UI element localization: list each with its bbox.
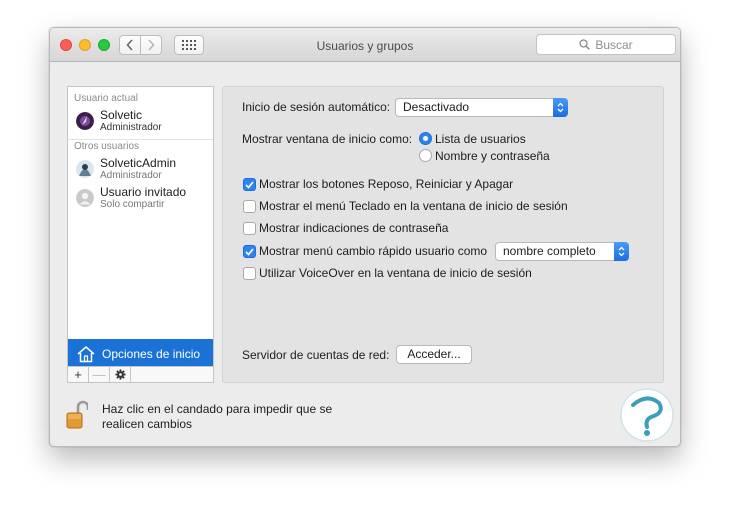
login-options-item[interactable]: Opciones de inicio — [68, 339, 213, 369]
divider — [68, 139, 213, 140]
user-role: Solo compartir — [100, 199, 165, 210]
user-name: Usuario invitado — [100, 185, 187, 199]
checkbox-label: Mostrar menú cambio rápido usuario como — [259, 244, 488, 258]
user-item-guest[interactable]: Usuario invitado Solo compartir — [76, 185, 211, 213]
user-role: Administrador — [100, 170, 162, 181]
padlock-icon[interactable] — [66, 400, 88, 430]
sidebar-toolbar: + — — [68, 366, 213, 382]
solvetic-logo — [620, 388, 674, 442]
auto-login-label: Inicio de sesión automático: — [242, 100, 391, 114]
add-user-button[interactable]: + — [68, 367, 89, 382]
guest-avatar-icon — [76, 189, 94, 207]
avatar — [76, 112, 94, 130]
titlebar: Usuarios y grupos Buscar — [50, 28, 680, 62]
checkbox-label: Utilizar VoiceOver en la ventana de inic… — [259, 266, 532, 280]
checkmark-icon — [245, 247, 254, 256]
radio-user-list-label: Lista de usuarios — [435, 132, 526, 146]
radio-name-password[interactable] — [419, 149, 432, 162]
user-item-solveticadmin[interactable]: SolveticAdmin Administrador — [76, 156, 211, 184]
checkbox-fast-user-switching[interactable] — [243, 245, 256, 258]
radio-user-list[interactable] — [419, 132, 432, 145]
user-item-solvetic[interactable]: Solvetic Administrador — [76, 108, 211, 136]
user-name: Solvetic — [100, 108, 143, 122]
checkbox-input-menu[interactable] — [243, 200, 256, 213]
user-role: Administrador — [100, 122, 162, 133]
radio-name-password-label: Nombre y contraseña — [435, 149, 550, 163]
checkbox-sleep-restart-shutdown[interactable] — [243, 178, 256, 191]
checkbox-label: Mostrar indicaciones de contraseña — [259, 221, 449, 235]
login-options-label: Opciones de inicio — [102, 347, 201, 361]
search-field[interactable]: Buscar — [536, 34, 676, 55]
user-list: Usuario actual Solvetic Administrador Ot… — [67, 86, 214, 383]
house-icon — [77, 346, 95, 363]
current-user-header: Usuario actual — [74, 93, 138, 104]
checkbox-voiceover[interactable] — [243, 267, 256, 280]
chevron-updown-icon — [614, 242, 629, 261]
checkbox-password-hints[interactable] — [243, 222, 256, 235]
search-icon — [579, 39, 591, 50]
auto-login-popup[interactable]: Desactivado — [395, 98, 568, 117]
fast-switch-popup[interactable]: nombre completo — [495, 242, 629, 261]
login-window-label: Mostrar ventana de inicio como: — [242, 132, 413, 146]
preferences-window: Usuarios y grupos Buscar Usuario actual … — [49, 27, 681, 447]
fast-switch-value: nombre completo — [503, 244, 596, 258]
lock-text: Haz clic en el candado para impedir que … — [102, 402, 333, 431]
actions-button[interactable] — [110, 367, 131, 382]
user-name: SolveticAdmin — [100, 156, 177, 170]
search-placeholder: Buscar — [595, 37, 633, 52]
checkbox-label: Mostrar el menú Teclado en la ventana de… — [259, 199, 568, 213]
login-options-panel: Inicio de sesión automático: Desactivado… — [222, 86, 664, 383]
join-button[interactable]: Acceder... — [396, 345, 472, 364]
auto-login-value: Desactivado — [403, 100, 470, 114]
other-users-header: Otros usuarios — [74, 141, 140, 152]
checkbox-label: Mostrar los botones Reposo, Reiniciar y … — [259, 177, 514, 191]
chevron-updown-icon — [553, 98, 568, 117]
remove-user-button[interactable]: — — [89, 367, 110, 382]
checkmark-icon — [245, 180, 254, 189]
gear-icon — [114, 369, 126, 380]
network-server-label: Servidor de cuentas de red: — [242, 348, 390, 362]
avatar — [76, 160, 94, 178]
